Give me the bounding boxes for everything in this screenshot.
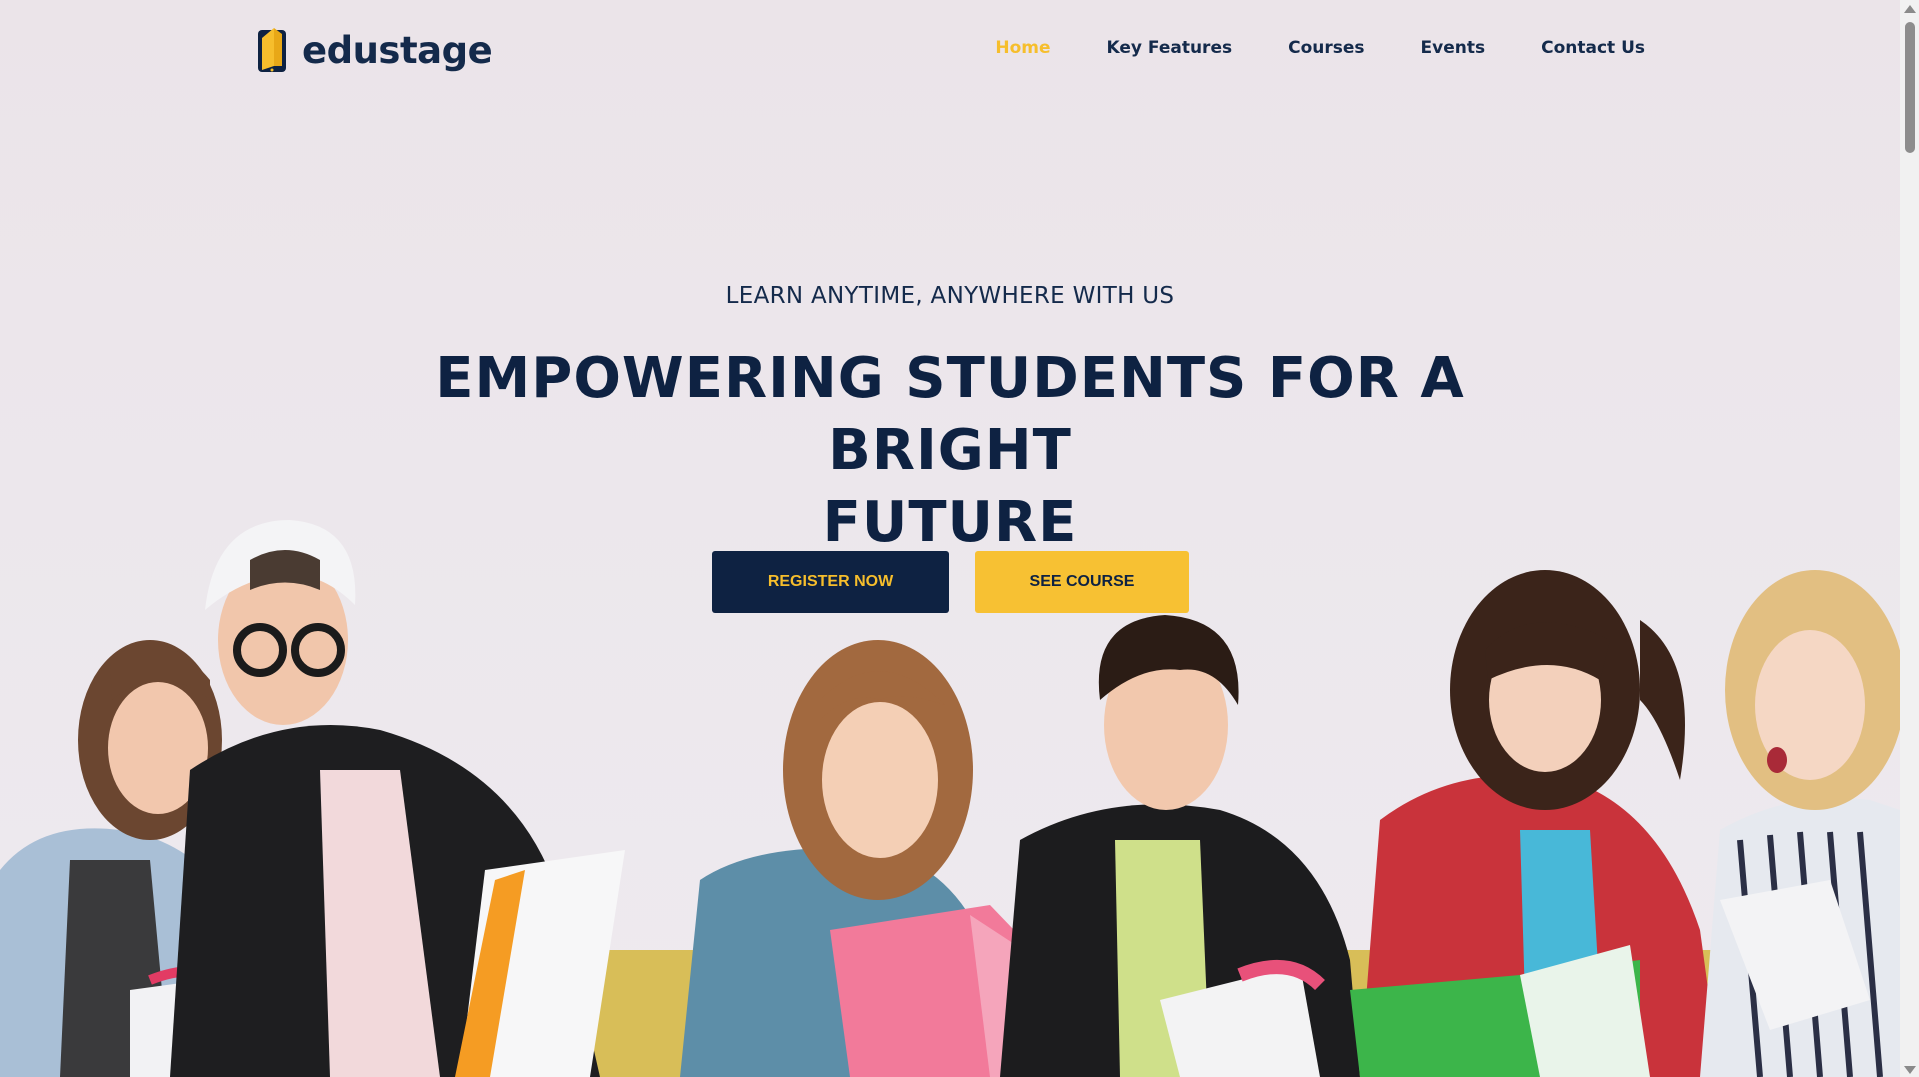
hero-headline-line2: FUTURE — [822, 490, 1078, 555]
scrollbar-thumb[interactable] — [1905, 22, 1915, 153]
student-boy-middle — [1000, 615, 1360, 1077]
hero-headline-line1: EMPOWERING STUDENTS FOR A BRIGHT — [435, 346, 1465, 483]
register-now-button[interactable]: REGISTER NOW — [712, 551, 949, 613]
see-course-button[interactable]: SEE COURSE — [975, 551, 1189, 613]
student-girl-right — [1350, 570, 1720, 1077]
hero-section: LEARN ANYTIME, ANYWHERE WITH US EMPOWERI… — [0, 283, 1900, 559]
triangle-down-icon[interactable] — [1904, 1066, 1916, 1074]
hero-subtitle: LEARN ANYTIME, ANYWHERE WITH US — [725, 283, 1175, 309]
hero-headline: EMPOWERING STUDENTS FOR A BRIGHT FUTURE — [350, 343, 1550, 559]
student-boy-cap — [170, 520, 625, 1077]
page-scrollbar[interactable] — [1900, 0, 1919, 1077]
landing-page: edustage Home Key Features Courses Event… — [0, 0, 1919, 1077]
triangle-up-icon[interactable] — [1904, 5, 1916, 13]
student-girl-far-right — [1700, 570, 1900, 1077]
hero-buttons: REGISTER NOW SEE COURSE — [712, 551, 1189, 613]
